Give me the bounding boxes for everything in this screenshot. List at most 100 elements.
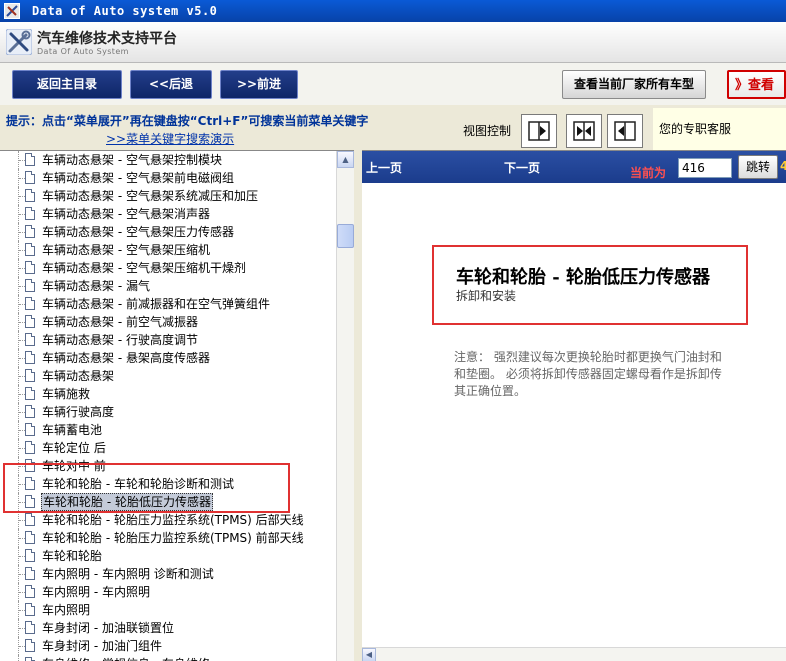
tree-item-label: 车辆动态悬架 - 空气悬架系统减压和加压 <box>42 189 258 203</box>
document-icon <box>25 333 35 346</box>
tree-item-label: 车辆动态悬架 - 空气悬架消声器 <box>42 207 210 221</box>
tree-item-label: 车内照明 - 车内照明 <box>42 585 150 599</box>
tree-item[interactable]: 车辆动态悬架 - 空气悬架控制模块 <box>0 151 338 169</box>
tree-item-label: 车内照明 - 车内照明 诊断和测试 <box>42 567 214 581</box>
tree-item[interactable]: 车辆动态悬架 - 前减振器和在空气弹簧组件 <box>0 295 338 313</box>
document-icon <box>25 189 35 202</box>
tree-item-label: 车辆蓄电池 <box>42 423 103 437</box>
arrow-right-icon <box>528 121 550 141</box>
tree-item-label: 车辆动态悬架 - 行驶高度调节 <box>42 333 198 347</box>
tree-item[interactable]: 车身封闭 - 加油门组件 <box>0 637 338 655</box>
tree-item[interactable]: 车辆蓄电池 <box>0 421 338 439</box>
tree-item[interactable]: 车辆施救 <box>0 385 338 403</box>
jump-button[interactable]: 跳转 <box>738 155 778 179</box>
tree-item[interactable]: 车辆动态悬架 - 悬架高度传感器 <box>0 349 338 367</box>
home-button[interactable]: 返回主目录 <box>12 70 122 99</box>
customer-service[interactable]: 您的专职客服 <box>653 108 786 150</box>
forward-button[interactable]: >>前进 <box>220 70 298 99</box>
tree-item-label: 车辆施救 <box>42 387 91 401</box>
search-demo-link[interactable]: >>菜单关键字搜索演示 <box>106 130 234 147</box>
tree-item[interactable]: 车辆动态悬架 - 漏气 <box>0 277 338 295</box>
scroll-thumb[interactable] <box>337 224 354 248</box>
document-icon <box>25 207 35 220</box>
document-icon <box>25 297 35 310</box>
scroll-left-button[interactable]: ◀ <box>362 648 376 661</box>
brand-name-en: Data Of Auto System <box>37 47 129 56</box>
document-icon <box>25 585 35 598</box>
tree-item-label: 车辆动态悬架 - 空气悬架压缩机干燥剂 <box>42 261 246 275</box>
document-icon <box>25 225 35 238</box>
document-icon <box>25 531 35 544</box>
tree-item-label: 车身维修 - 常规信息 - 车身维修 <box>41 655 211 661</box>
document-icon <box>25 387 35 400</box>
tree-item[interactable]: 车辆动态悬架 - 前空气减振器 <box>0 313 338 331</box>
doc-note: 注意： 强烈建议每次更换轮胎时都更换气门油封和 和垫圈。 必须将拆卸传感器固定螺… <box>454 349 784 400</box>
tree-item[interactable]: 车辆动态悬架 - 空气悬架压力传感器 <box>0 223 338 241</box>
tools-icon <box>6 29 32 55</box>
document-icon <box>25 423 35 436</box>
prev-page-link[interactable]: 上一页 <box>366 159 402 176</box>
tree-item[interactable]: 车内照明 - 车内照明 诊断和测试 <box>0 565 338 583</box>
tree-item[interactable]: 车轮和轮胎 - 轮胎压力监控系统(TPMS) 前部天线 <box>0 529 338 547</box>
view-split-button[interactable] <box>566 114 602 148</box>
hint-text: 提示：点击“菜单展开”再在键盘按“Ctrl+F”可搜索当前菜单关键字 <box>6 114 369 128</box>
tree-item[interactable]: 车内照明 <box>0 601 338 619</box>
page-number-input[interactable] <box>678 158 732 178</box>
document-icon <box>25 621 35 634</box>
tree-item-label: 车辆动态悬架 - 前减振器和在空气弹簧组件 <box>42 297 270 311</box>
view-left-button[interactable] <box>521 114 557 148</box>
tree-scrollbar[interactable]: ▲ <box>336 151 354 661</box>
tree-item[interactable]: 车身封闭 - 加油联锁置位 <box>0 619 338 637</box>
app-icon <box>4 3 20 19</box>
tree-item[interactable]: 车辆动态悬架 - 空气悬架系统减压和加压 <box>0 187 338 205</box>
arrow-left-icon <box>614 121 636 141</box>
document-icon <box>25 657 35 661</box>
tree-item-label: 车辆动态悬架 - 空气悬架控制模块 <box>42 153 222 167</box>
pane-divider[interactable] <box>354 150 362 660</box>
document-icon <box>25 549 35 562</box>
document-icon <box>25 243 35 256</box>
tree-item[interactable]: 车辆动态悬架 <box>0 367 338 385</box>
tree-item[interactable]: 车辆动态悬架 - 空气悬架前电磁阀组 <box>0 169 338 187</box>
tree-item-label: 车辆动态悬架 - 悬架高度传感器 <box>42 351 210 365</box>
all-models-button[interactable]: 查看当前厂家所有车型 <box>562 70 706 99</box>
document-icon <box>25 603 35 616</box>
menu-tree: 车辆动态悬架 - 空气悬架控制模块 车辆动态悬架 - 空气悬架前电磁阀组 车辆动态悬… <box>0 150 354 661</box>
document-icon <box>25 639 35 652</box>
tree-item-label: 车身封闭 - 加油门组件 <box>42 639 162 653</box>
tree-item[interactable]: 车轮定位 后 <box>0 439 338 457</box>
document-icon <box>25 171 35 184</box>
tree-item[interactable]: 车身维修 - 常规信息 - 车身维修 <box>0 655 338 661</box>
document-icon <box>25 513 35 526</box>
tree-item-label: 车辆动态悬架 <box>42 369 115 383</box>
tree-item-label: 车辆动态悬架 - 空气悬架压力传感器 <box>42 225 234 239</box>
tree-item-label: 车轮和轮胎 - 轮胎压力监控系统(TPMS) 后部天线 <box>42 513 304 527</box>
tree-item[interactable]: 车辆动态悬架 - 空气悬架压缩机干燥剂 <box>0 259 338 277</box>
tree-item[interactable]: 车辆动态悬架 - 空气悬架压缩机 <box>0 241 338 259</box>
tree-item[interactable]: 车辆动态悬架 - 空气悬架消声器 <box>0 205 338 223</box>
note-line: 注意： 强烈建议每次更换轮胎时都更换气门油封和 <box>454 350 722 364</box>
tree-item[interactable]: 车辆动态悬架 - 行驶高度调节 <box>0 331 338 349</box>
tree-item[interactable]: 车轮和轮胎 - 轮胎压力监控系统(TPMS) 后部天线 <box>0 511 338 529</box>
view-right-button[interactable] <box>607 114 643 148</box>
note-line: 和垫圈。 必须将拆卸传感器固定螺母看作是拆卸传 <box>454 367 722 381</box>
scroll-up-button[interactable]: ▲ <box>337 151 354 168</box>
tree-item-label: 车辆动态悬架 - 前空气减振器 <box>42 315 198 329</box>
back-button[interactable]: <<后退 <box>130 70 212 99</box>
content-pane: 上一页 下一页 当前为 跳转 4 车轮和轮胎 - 轮胎低压力传感器 拆卸和安装 … <box>362 150 786 661</box>
tree-item-label: 车轮和轮胎 <box>42 549 103 563</box>
document-icon <box>25 441 35 454</box>
tree-item-label: 车身封闭 - 加油联锁置位 <box>42 621 174 635</box>
document-icon <box>25 261 35 274</box>
document-icon <box>25 351 35 364</box>
tree-item-label: 车内照明 <box>42 603 91 617</box>
content-hscrollbar[interactable]: ◀ <box>362 647 786 661</box>
tree-item[interactable]: 车内照明 - 车内照明 <box>0 583 338 601</box>
view-button[interactable]: 》查看 <box>727 70 786 99</box>
document-icon <box>25 279 35 292</box>
tree-item-label: 车轮定位 后 <box>42 441 106 455</box>
tree-item[interactable]: 车轮和轮胎 <box>0 547 338 565</box>
next-page-link[interactable]: 下一页 <box>504 159 540 176</box>
tree-item[interactable]: 车辆行驶高度 <box>0 403 338 421</box>
tree-guide <box>18 655 20 661</box>
